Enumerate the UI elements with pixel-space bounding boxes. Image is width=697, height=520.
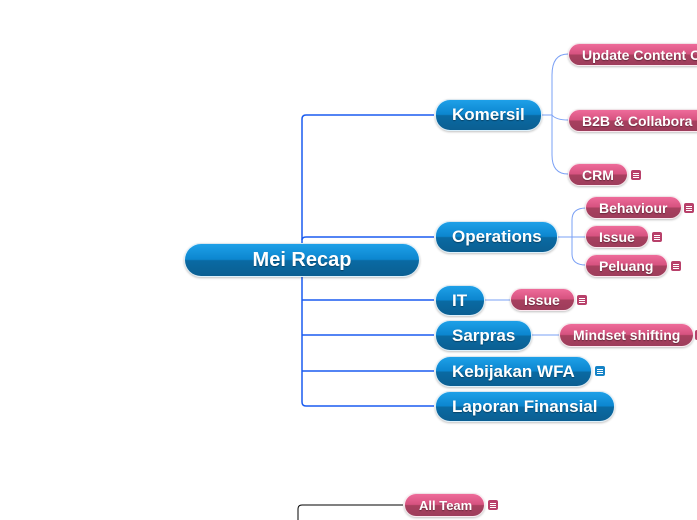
topic-operations[interactable]: Operations	[435, 221, 558, 253]
subtopic-peluang[interactable]: Peluang	[585, 254, 668, 277]
topic-kebijakan-wfa[interactable]: Kebijakan WFA	[435, 356, 592, 387]
subtopic-update-content[interactable]: Update Content C	[568, 43, 697, 66]
topic-komersil[interactable]: Komersil	[435, 99, 542, 131]
note-icon[interactable]	[577, 295, 587, 305]
connector-operations-children	[557, 207, 587, 266]
connector-komersil-children	[541, 53, 569, 175]
note-icon[interactable]	[652, 232, 662, 242]
note-icon[interactable]	[595, 366, 605, 376]
subtopic-crm[interactable]: CRM	[568, 163, 628, 186]
topic-sarpras[interactable]: Sarpras	[435, 320, 532, 351]
floating-topic-all-team[interactable]: All Team	[404, 493, 485, 517]
subtopic-mindset-shifting[interactable]: Mindset shifting	[559, 323, 694, 347]
topic-it[interactable]: IT	[435, 285, 485, 316]
connector-root-trunk-down	[301, 276, 434, 407]
root-topic[interactable]: Mei Recap	[184, 243, 420, 277]
connector-root-operations	[301, 236, 434, 241]
subtopic-behaviour[interactable]: Behaviour	[585, 196, 682, 219]
subtopic-b2b-collaboration[interactable]: B2B & Collabora	[568, 109, 697, 132]
subtopic-it-issue[interactable]: Issue	[510, 288, 575, 311]
subtopic-issue[interactable]: Issue	[585, 225, 649, 248]
connector-all-team	[297, 504, 403, 520]
note-icon[interactable]	[631, 170, 641, 180]
note-icon[interactable]	[671, 261, 681, 271]
note-icon[interactable]	[684, 203, 694, 213]
note-icon[interactable]	[488, 500, 498, 510]
topic-laporan-finansial[interactable]: Laporan Finansial	[435, 391, 615, 422]
connector-root-komersil	[301, 114, 434, 244]
mind-map-canvas: Mei Recap Komersil Operations IT Sarpras…	[0, 0, 697, 520]
